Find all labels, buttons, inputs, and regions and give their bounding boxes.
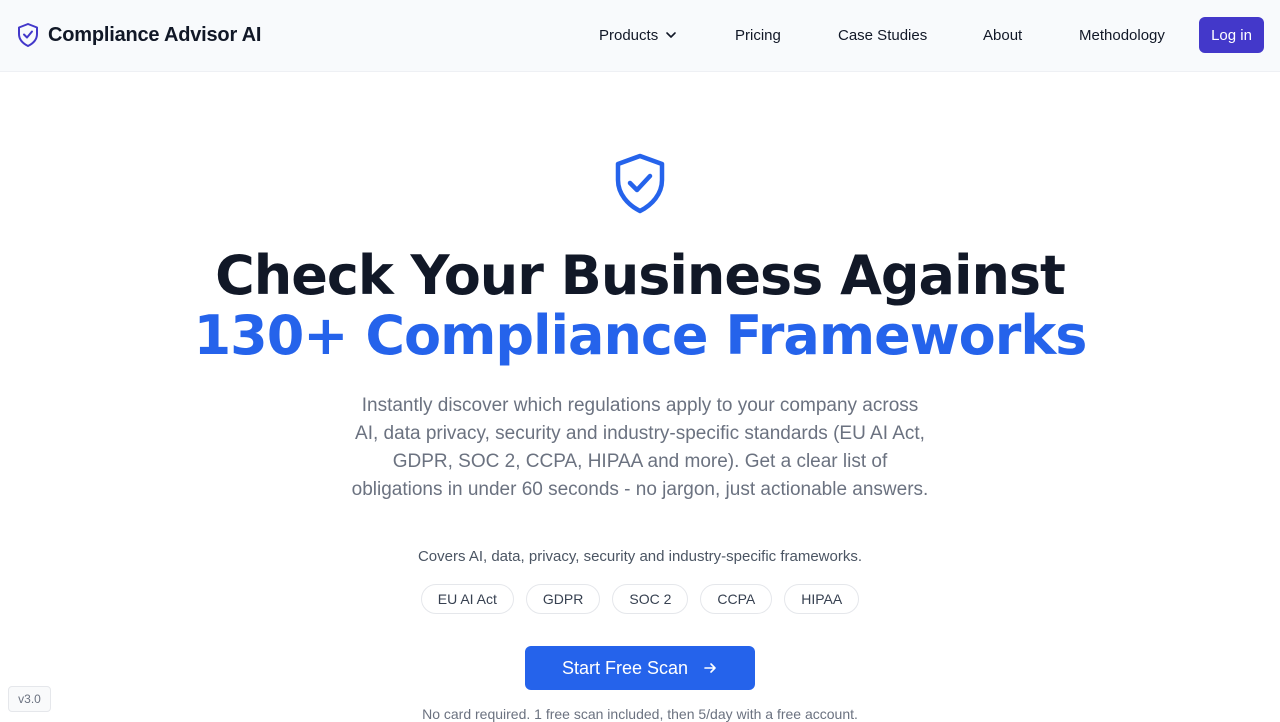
framework-chip: HIPAA: [784, 584, 860, 614]
framework-chips: EU AI Act GDPR SOC 2 CCPA HIPAA: [0, 584, 1280, 614]
cta-label: Start Free Scan: [561, 657, 689, 678]
nav-case-studies[interactable]: Case Studies: [838, 24, 927, 46]
brand[interactable]: Compliance Advisor AI: [16, 22, 261, 48]
nav-products[interactable]: Products: [599, 24, 678, 46]
headline-line-2: 130+ Compliance Frameworks: [193, 304, 1088, 367]
nav-products-label: Products: [599, 26, 659, 44]
framework-chip: GDPR: [525, 584, 601, 614]
framework-chip: SOC 2: [612, 584, 689, 614]
headline-line-1: Check Your Business Against: [215, 244, 1066, 307]
top-nav-bar: Compliance Advisor AI Products Pricing C…: [0, 0, 1280, 72]
shield-check-icon: [612, 152, 668, 216]
brand-name: Compliance Advisor AI: [48, 23, 262, 46]
login-button[interactable]: Log in: [1199, 17, 1264, 53]
nav-pricing[interactable]: Pricing: [735, 24, 781, 46]
framework-chip: EU AI Act: [420, 584, 514, 614]
nav-about[interactable]: About: [983, 24, 1022, 46]
chevron-down-icon: [664, 28, 678, 42]
version-badge: v3.0: [8, 686, 51, 712]
framework-chip: CCPA: [700, 584, 773, 614]
arrow-right-icon: [702, 660, 718, 676]
nav-methodology[interactable]: Methodology: [1079, 24, 1165, 46]
shield-check-icon: [16, 22, 40, 48]
start-free-scan-button[interactable]: Start Free Scan: [525, 646, 755, 690]
covers-text: Covers AI, data, privacy, security and i…: [417, 548, 863, 565]
hero-subtitle: Instantly discover which regulations app…: [351, 395, 929, 500]
